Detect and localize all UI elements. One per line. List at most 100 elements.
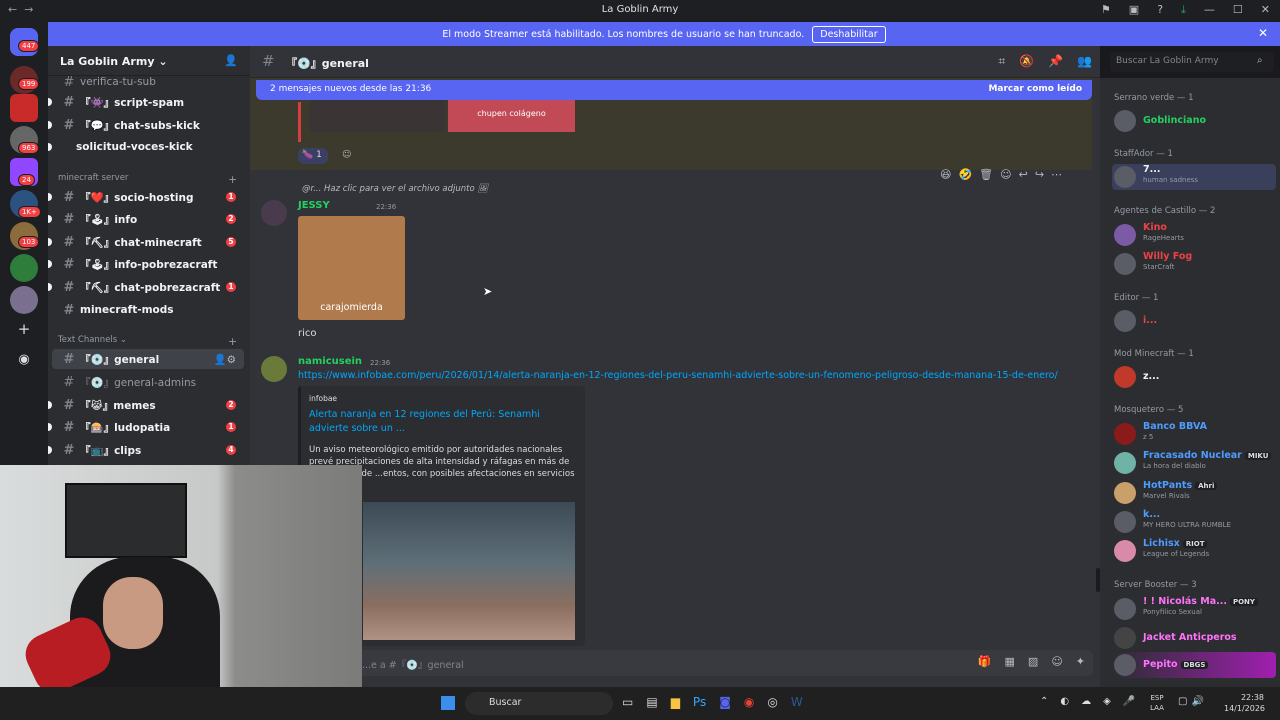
channel-item[interactable]: # 『⛏』chat-minecraft 5: [48, 232, 244, 252]
add-member-icon[interactable]: 👤: [224, 54, 238, 67]
member-item[interactable]: ! ! Nicolás Ma... PONY Ponyfilico Sexual: [1112, 596, 1276, 622]
pin-icon[interactable]: 📌: [1048, 54, 1063, 69]
language-indicator[interactable]: ESP LAA: [1148, 693, 1166, 713]
forward-icon[interactable]: ↪: [1035, 168, 1044, 181]
embed-title[interactable]: Alerta naranja en 12 regiones del Perú: …: [309, 408, 579, 436]
photoshop-icon[interactable]: Ps: [693, 695, 706, 709]
new-messages-bar[interactable]: 2 mensajes nuevos desde las 21:36 Marcar…: [256, 80, 1092, 100]
member-item[interactable]: i...: [1112, 308, 1276, 334]
obs-icon[interactable]: ◎: [767, 695, 777, 709]
trash-icon[interactable]: 🗑: [979, 168, 993, 181]
image-attachment[interactable]: [310, 100, 445, 132]
member-item[interactable]: Pepito DBGS: [1112, 652, 1276, 678]
message-author[interactable]: JESSY: [298, 200, 330, 211]
emoji-icon[interactable]: 😆: [940, 168, 951, 181]
image-attachment[interactable]: carajomierda: [298, 216, 405, 320]
member-item[interactable]: Jacket Anticperos: [1112, 625, 1276, 651]
minimize-button[interactable]: —: [1204, 3, 1215, 17]
more-icon[interactable]: ⋯: [1051, 168, 1062, 181]
category-minecraft[interactable]: minecraft server +: [58, 173, 237, 186]
clock[interactable]: 22:38 14/1/2026: [1224, 692, 1265, 714]
reply-preview[interactable]: @r... Haz clic para ver el archivo adjun…: [302, 184, 488, 194]
image-attachment[interactable]: chupen colágeno: [448, 100, 575, 132]
notification-icon[interactable]: 🔕: [1019, 54, 1034, 69]
add-reaction-icon[interactable]: ☺: [342, 150, 351, 160]
sticker-icon[interactable]: ▨: [1028, 655, 1038, 668]
guild-icon[interactable]: [10, 286, 38, 314]
download-icon[interactable]: ⤓: [1181, 3, 1186, 17]
threads-icon[interactable]: ⌗: [998, 54, 1005, 69]
search-input[interactable]: Buscar La Goblin Army: [1110, 52, 1274, 72]
discord-icon[interactable]: ◙: [719, 695, 731, 709]
printer-icon[interactable]: ▤: [646, 695, 657, 709]
add-server-icon[interactable]: +: [14, 320, 34, 340]
members-icon[interactable]: 👥: [1077, 54, 1092, 69]
member-item[interactable]: z...: [1112, 364, 1276, 390]
close-banner-icon[interactable]: ✕: [1258, 26, 1268, 40]
guild-icon[interactable]: [10, 94, 38, 122]
message-link[interactable]: https://www.infobae.com/peru/2026/01/14/…: [298, 370, 1088, 381]
member-item[interactable]: Lichisx RIOT League of Legends: [1112, 538, 1276, 564]
reaction[interactable]: 🍆 1: [298, 148, 328, 164]
channel-item[interactable]: # 『⛏』chat-pobrezacraft 1: [48, 277, 244, 297]
channel-item[interactable]: # 『📺』clips 4: [48, 440, 244, 460]
monitor-icon[interactable]: ▣: [1129, 3, 1139, 17]
mark-read-button[interactable]: Marcar como leído: [988, 84, 1082, 94]
chevron-up-icon[interactable]: ⌃: [1040, 696, 1048, 707]
channel-item[interactable]: # 『🕹』info-pobrezacraft: [48, 254, 244, 274]
close-button[interactable]: ✕: [1261, 3, 1270, 17]
avatar[interactable]: [261, 356, 287, 382]
member-item[interactable]: HotPants Ahri Marvel Rivals: [1112, 480, 1276, 506]
reply-icon[interactable]: ↩: [1019, 168, 1028, 181]
channel-item[interactable]: # 『💿』general-admins: [52, 372, 244, 392]
discover-icon[interactable]: ◉: [14, 352, 34, 372]
message-input[interactable]: ...e a #『💿』general 🎁 ▦ ▨ ☺ ✦: [258, 650, 1093, 676]
channel-item[interactable]: # verifica-tu-sub: [52, 72, 244, 92]
channel-item[interactable]: # minecraft-mods: [52, 300, 244, 320]
gift-icon[interactable]: 🎁: [978, 655, 992, 668]
folder-icon[interactable]: ▆: [671, 695, 680, 709]
channel-item[interactable]: # 『👾』script-spam: [48, 92, 244, 112]
gif-icon[interactable]: ▦: [1005, 655, 1015, 668]
inbox-icon[interactable]: ⚑: [1101, 3, 1111, 17]
member-item[interactable]: k... MY HERO ULTRA RUMBLE: [1112, 509, 1276, 535]
avatar: [1114, 166, 1136, 188]
maximize-button[interactable]: ☐: [1233, 3, 1243, 17]
channel-item-active[interactable]: # 『💿』general 👤⚙: [52, 349, 244, 369]
word-icon[interactable]: W: [791, 695, 803, 709]
channel-item[interactable]: # 『🕹』info 2: [48, 209, 244, 229]
emoji-icon[interactable]: 🤣: [958, 168, 972, 181]
tray-icon[interactable]: ☁: [1081, 696, 1091, 707]
channel-item[interactable]: solicitud-voces-kick: [48, 137, 244, 157]
task-view-icon[interactable]: ▭: [622, 695, 633, 709]
avatar[interactable]: [261, 200, 287, 226]
help-icon[interactable]: ?: [1157, 3, 1163, 17]
add-reaction-icon[interactable]: ☺: [1000, 168, 1011, 181]
system-icons[interactable]: ▢🔊: [1178, 696, 1208, 707]
channel-item[interactable]: # 『💬』chat-subs-kick: [48, 115, 244, 135]
tray-icon[interactable]: ◐: [1060, 696, 1069, 707]
category-text-channels[interactable]: Text Channels ⌄ +: [58, 335, 237, 348]
member-item[interactable]: Kino RageHearts: [1112, 222, 1276, 248]
avatar: [1114, 224, 1136, 246]
member-item[interactable]: Willy Fog StarCraft: [1112, 251, 1276, 277]
channel-item[interactable]: # 『🎰』ludopatia 1: [48, 417, 244, 437]
apps-icon[interactable]: ✦: [1076, 655, 1085, 668]
member-item[interactable]: 7... human sadness: [1112, 164, 1276, 190]
member-item[interactable]: Goblinciano: [1112, 108, 1276, 134]
tray-icon[interactable]: ◈: [1103, 696, 1111, 707]
embed-image[interactable]: [363, 502, 575, 640]
member-item[interactable]: Banco BBVA z 5: [1112, 421, 1276, 447]
emoji-icon[interactable]: ☺: [1051, 655, 1062, 668]
taskbar-search[interactable]: Buscar: [465, 692, 613, 715]
start-icon[interactable]: [441, 696, 455, 710]
channel-title: 『💿』general: [286, 57, 369, 70]
disable-button[interactable]: Deshabilitar: [812, 25, 886, 43]
mic-icon[interactable]: 🎤: [1123, 696, 1135, 707]
chrome-icon[interactable]: ◉: [744, 695, 754, 709]
channel-item[interactable]: # 『😹』memes 2: [48, 395, 244, 415]
member-item[interactable]: Fracasado Nuclear MIKU La hora del diablo: [1112, 450, 1276, 476]
channel-item[interactable]: # 『❤️』socio-hosting 1: [48, 187, 244, 207]
guild-icon[interactable]: [10, 254, 38, 282]
message-author[interactable]: namicusein: [298, 356, 362, 367]
